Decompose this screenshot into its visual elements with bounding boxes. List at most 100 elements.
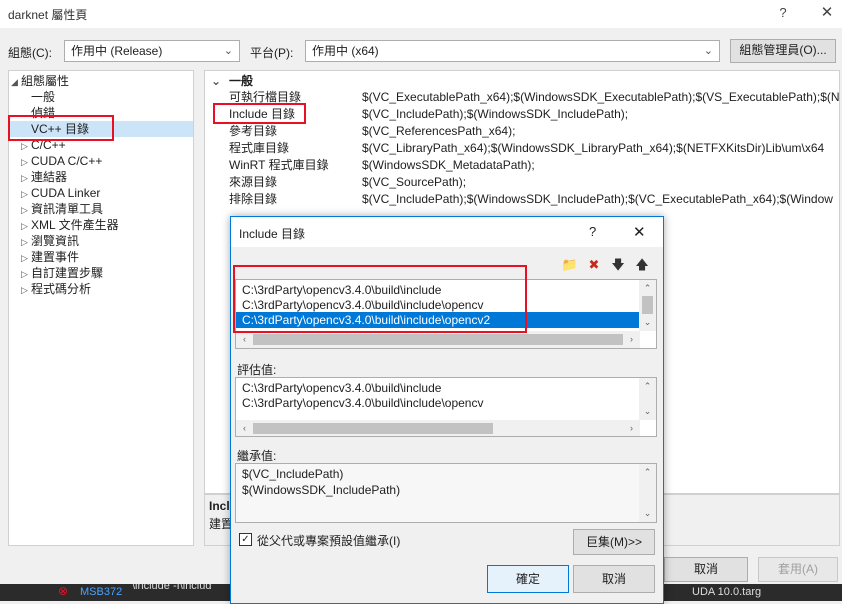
scroll-up-icon[interactable]: ⌃ [639, 378, 656, 395]
tree-item[interactable]: ▷ 程式碼分析 [9, 281, 193, 297]
tree-item[interactable]: ▷ 連結器 [9, 169, 193, 185]
move-down-icon[interactable]: 🡇 [607, 255, 629, 275]
tree-item[interactable]: ▷ CUDA C/C++ [9, 153, 193, 169]
macros-button[interactable]: 巨集(M)>> [573, 529, 655, 555]
expand-triangle-icon[interactable]: ▷ [21, 250, 31, 266]
property-value: $(VC_ReferencesPath_x64); [362, 124, 516, 138]
tree-item-label: 自訂建置步驟 [31, 266, 104, 280]
dialog-cancel-button[interactable]: 取消 [573, 565, 655, 593]
expand-triangle-icon[interactable]: ▷ [21, 202, 31, 218]
tree-item-label: XML 文件產生器 [31, 218, 119, 232]
tree-root[interactable]: ◢ 組態屬性 [9, 73, 193, 89]
scroll-down-icon[interactable]: ⌄ [639, 403, 656, 420]
inherited-label: 繼承值: [237, 449, 277, 463]
expand-triangle-icon[interactable]: ▷ [21, 154, 31, 170]
scroll-down-icon[interactable]: ⌄ [639, 505, 656, 522]
evaluated-hscroll[interactable]: ‹ › [236, 420, 640, 436]
scroll-up-icon[interactable]: ⌃ [639, 464, 656, 481]
property-row[interactable]: 參考目錄 $(VC_ReferencesPath_x64); [205, 123, 839, 140]
expand-triangle-icon[interactable]: ▷ [21, 234, 31, 250]
highlight-box-entries [233, 265, 527, 333]
scroll-left-icon[interactable]: ‹ [236, 331, 253, 348]
tree-item-label: 建置事件 [31, 250, 80, 264]
property-row[interactable]: 程式庫目錄 $(VC_LibraryPath_x64);$(WindowsSDK_… [205, 140, 839, 157]
tree-item[interactable]: ▷ CUDA Linker [9, 185, 193, 201]
property-name: WinRT 程式庫目錄 [229, 158, 329, 172]
help-icon[interactable]: ? [589, 224, 596, 239]
inherit-checkbox-label[interactable]: 從父代或專案預設值繼承(I) [257, 532, 400, 549]
entries-vscroll[interactable]: ⌃ ⌄ [639, 280, 656, 331]
delete-icon[interactable]: ✖ [583, 255, 605, 275]
scroll-thumb[interactable] [253, 423, 493, 434]
scroll-thumb[interactable] [253, 334, 623, 345]
tree-item-label: CUDA C/C++ [31, 154, 103, 168]
dialog-titlebar: Include 目錄 ? ✕ [231, 217, 663, 247]
evaluated-entry: C:\3rdParty\opencv3.4.0\build\include [242, 381, 442, 395]
configuration-bar: 組態(C): 作用中 (Release) ⌄ 平台(P): 作用中 (x64) … [0, 28, 842, 68]
expand-triangle-icon[interactable]: ▷ [21, 218, 31, 234]
inherit-checkbox[interactable]: ✓ [239, 533, 252, 546]
expand-triangle-icon[interactable]: ▷ [21, 186, 31, 202]
scroll-up-icon[interactable]: ⌃ [639, 280, 656, 297]
help-icon[interactable]: ? [768, 2, 798, 24]
expand-triangle-icon[interactable]: ▷ [21, 170, 31, 186]
property-name: 排除目錄 [229, 192, 278, 206]
list-toolbar: 📁 ✖ 🡇 🡅 [559, 255, 655, 275]
config-manager-button[interactable]: 組態管理員(O)... [730, 39, 836, 63]
property-name: 來源目錄 [229, 175, 278, 189]
close-icon[interactable]: ✕ [812, 2, 842, 24]
tree-item[interactable]: ▷ XML 文件產生器 [9, 217, 193, 233]
new-line-icon[interactable]: 📁 [559, 255, 581, 275]
property-value: $(WindowsSDK_MetadataPath); [362, 158, 535, 172]
taskbar-item-error[interactable]: MSB372 [80, 586, 122, 598]
chevron-down-icon: ⌄ [703, 45, 713, 57]
close-icon[interactable]: ✕ [633, 223, 646, 241]
scroll-down-icon[interactable]: ⌄ [639, 314, 656, 331]
evaluated-vscroll[interactable]: ⌃ ⌄ [639, 378, 656, 420]
window-titlebar: darknet 屬性頁 ? ✕ [0, 0, 842, 28]
main-cancel-button[interactable]: 取消 [664, 557, 748, 582]
inherited-vscroll[interactable]: ⌃ ⌄ [639, 464, 656, 522]
scroll-left-icon[interactable]: ‹ [236, 420, 253, 436]
apply-button[interactable]: 套用(A) [758, 557, 838, 582]
tree-item[interactable]: ▷ 瀏覽資訊 [9, 233, 193, 249]
section-title: 一般 [229, 74, 254, 88]
tree-item-label: 程式碼分析 [31, 282, 92, 296]
tree-item-label: CUDA Linker [31, 186, 101, 200]
expand-triangle-icon[interactable]: ▷ [21, 282, 31, 298]
tree-item-label: 一般 [31, 90, 56, 104]
chevron-down-icon: ⌄ [223, 45, 233, 57]
expanded-triangle-icon: ◢ [11, 77, 18, 87]
config-dropdown[interactable]: 作用中 (Release) ⌄ [64, 40, 240, 62]
property-value: $(VC_IncludePath);$(WindowsSDK_IncludePa… [362, 192, 833, 206]
entries-hscroll[interactable]: ‹ › [236, 331, 640, 348]
description-title: Incl [209, 499, 230, 513]
tree-item[interactable]: 一般 [9, 89, 193, 105]
ok-button[interactable]: 確定 [487, 565, 569, 593]
taskbar-item-text: \include -I\includ [132, 584, 212, 592]
scroll-thumb[interactable] [642, 296, 653, 314]
platform-dropdown[interactable]: 作用中 (x64) ⌄ [305, 40, 720, 62]
inherited-entry: $(WindowsSDK_IncludePath) [242, 483, 401, 497]
dialog-title: Include 目錄 [239, 227, 306, 241]
property-row[interactable]: 排除目錄 $(VC_IncludePath);$(WindowsSDK_Inclu… [205, 191, 839, 208]
tree-item[interactable]: ▷ 資訊清單工具 [9, 201, 193, 217]
scroll-right-icon[interactable]: › [623, 420, 640, 436]
expand-triangle-icon[interactable]: ▷ [21, 266, 31, 282]
tree-item[interactable]: ▷ 自訂建置步驟 [9, 265, 193, 281]
error-icon: ⊗ [58, 584, 69, 598]
move-up-icon[interactable]: 🡅 [631, 255, 653, 275]
tree-item-label: 瀏覽資訊 [31, 234, 80, 248]
evaluated-label: 評估值: [237, 363, 277, 377]
evaluated-entry: C:\3rdParty\opencv3.4.0\build\include\op… [242, 396, 484, 410]
property-row[interactable]: WinRT 程式庫目錄 $(WindowsSDK_MetadataPath); [205, 157, 839, 174]
section-header[interactable]: ⌄ 一般 [205, 73, 839, 90]
tree-item-label: 資訊清單工具 [31, 202, 104, 216]
chevron-down-icon: ⌄ [211, 74, 222, 88]
property-row[interactable]: 來源目錄 $(VC_SourcePath); [205, 174, 839, 191]
highlight-box-vcpp [8, 115, 114, 141]
tree-item[interactable]: ▷ 建置事件 [9, 249, 193, 265]
scroll-right-icon[interactable]: › [623, 331, 640, 348]
taskbar-item-right[interactable]: UDA 10.0.targ [692, 586, 761, 598]
config-label: 組態(C): [8, 46, 52, 60]
